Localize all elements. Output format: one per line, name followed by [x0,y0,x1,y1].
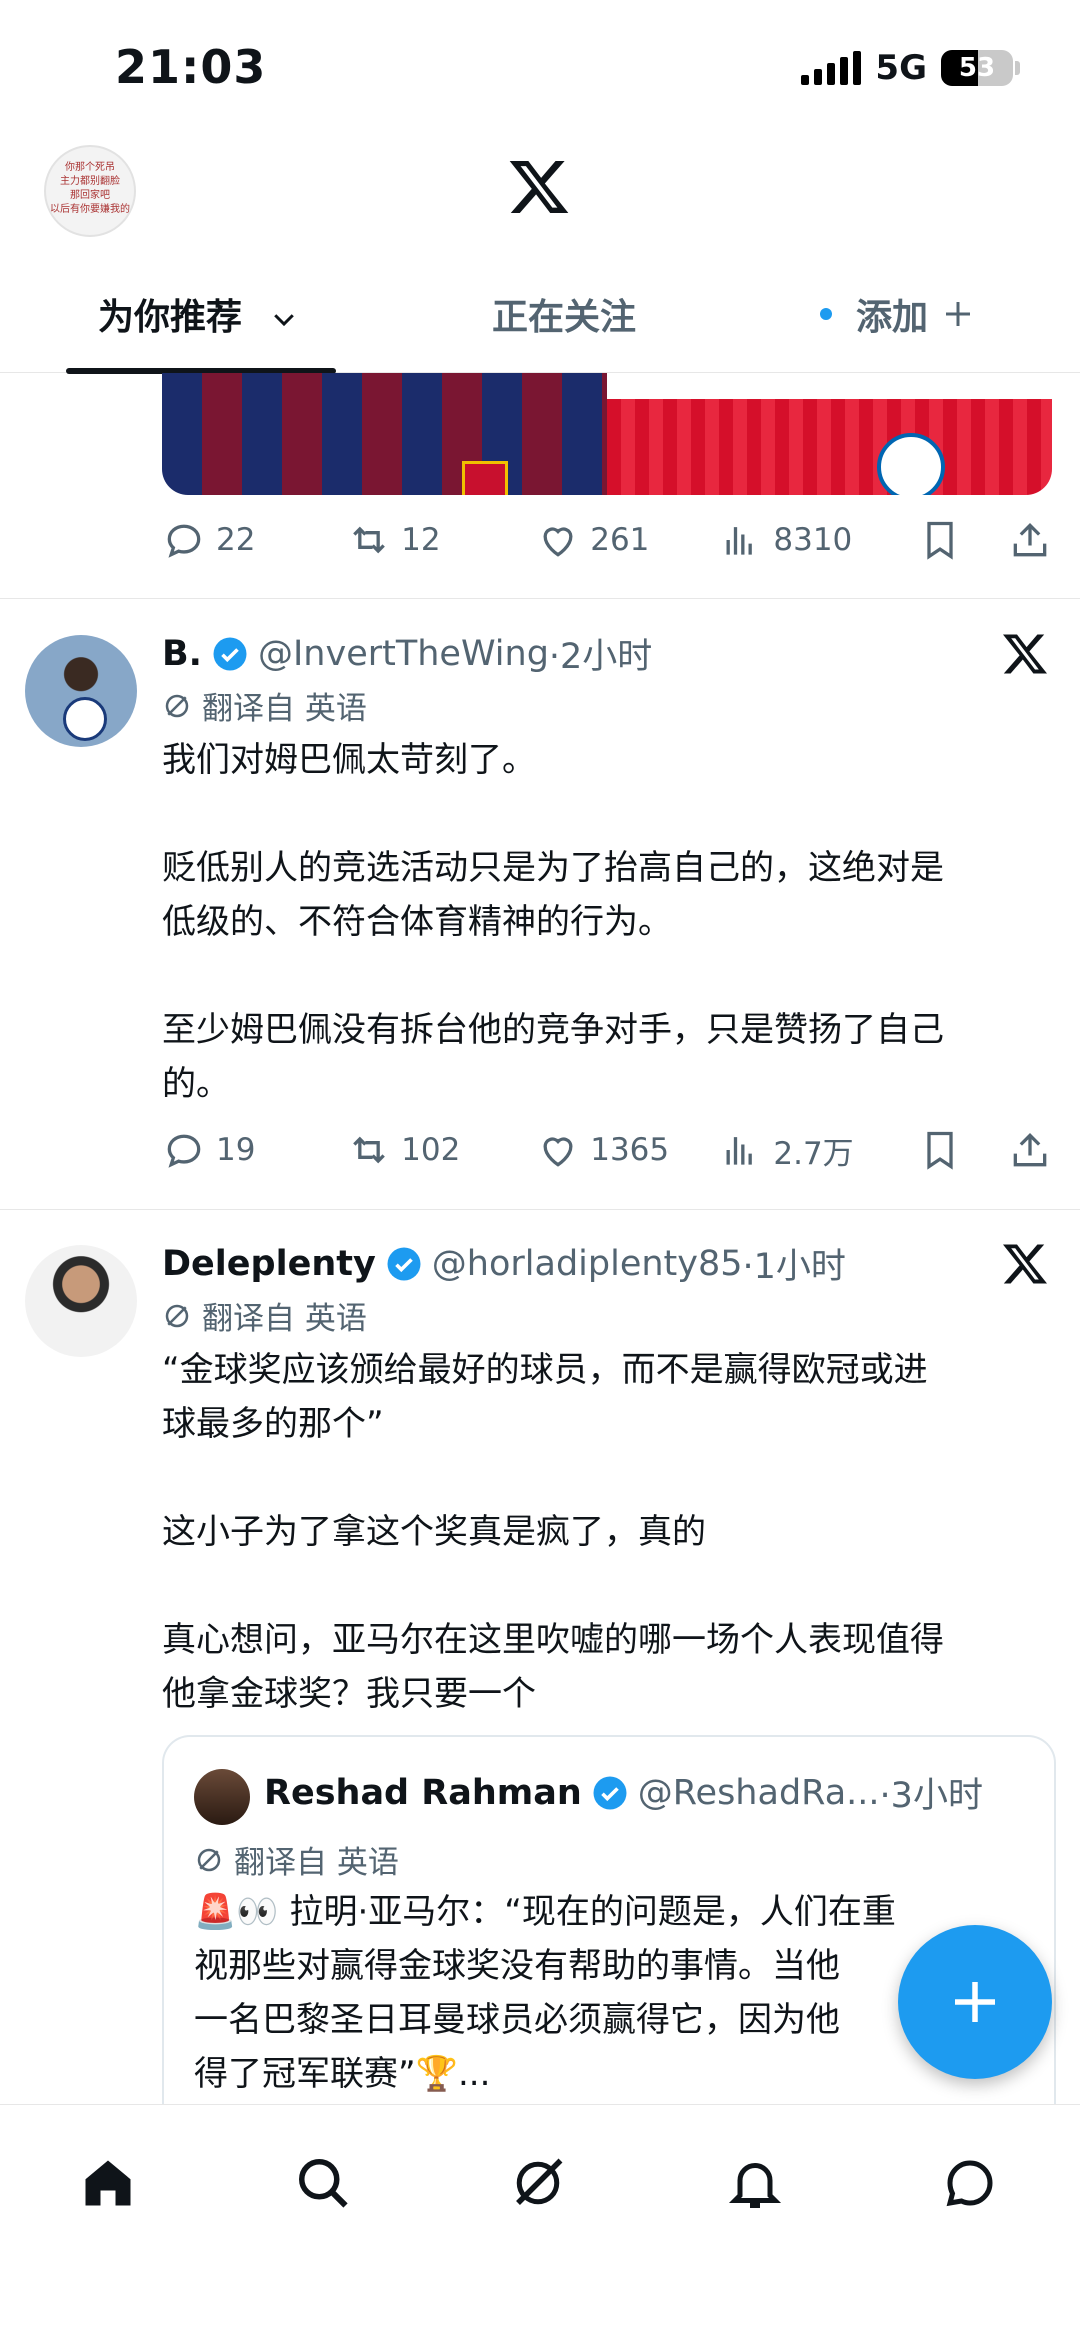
reply-count: 22 [216,522,256,558]
retweet-icon [353,526,385,554]
translated-label[interactable]: 翻译自 英语 [162,683,367,728]
grok-x-icon[interactable] [1000,1240,1050,1288]
like-button[interactable]: 1365 [536,1128,719,1172]
plus-icon [946,302,971,326]
views-icon [726,527,753,555]
user-name[interactable]: B. [162,634,202,674]
views-icon [726,1137,753,1165]
tweet-time: ·1小时 [742,1247,846,1287]
tweet-actions: 19 102 1365 2.7万 [162,1125,1052,1175]
quoted-translated-label[interactable]: 翻译自 英语 [194,1837,399,1882]
verified-badge-icon [593,1776,627,1809]
reply-icon [167,524,201,558]
bookmark-button[interactable] [918,1128,1008,1172]
retweet-button[interactable]: 12 [347,518,536,562]
reply-icon [167,1134,201,1168]
search-icon[interactable] [293,2153,353,2213]
translate-icon [165,1304,189,1327]
home-icon[interactable] [78,2153,138,2213]
bottom-navigation [0,2104,1080,2338]
battery-level: 53 [958,53,996,83]
user-name[interactable]: Deleplenty [162,1244,376,1284]
tweet-text: “金球奖应该颁给最好的球员，而不是赢得欧冠或进 球最多的那个” 这小子为了拿这个… [162,1350,944,1714]
translated-text: 翻译自 英语 [202,691,367,727]
tweet-actions: 22 12 261 8310 [162,515,1052,565]
retweet-icon [353,1136,385,1164]
share-icon [1013,1132,1047,1167]
battery-icon: 53 [941,50,1013,86]
tweet-header: Deleplenty @horladiplenty85 ·1小时 [162,1238,846,1289]
tab-add-label: 添加 [856,297,929,338]
translate-icon [165,694,189,717]
like-button[interactable]: 261 [536,518,719,562]
user-avatar[interactable] [25,635,137,747]
chevron-down-icon[interactable] [269,304,299,334]
reply-button[interactable]: 19 [162,1128,347,1172]
like-count: 261 [590,522,650,558]
tab-following[interactable]: 正在关注 [492,288,636,340]
reply-count: 19 [216,1132,256,1168]
status-indicators: 5G 53 [801,48,1020,88]
verified-badge-icon [213,637,247,670]
compose-button[interactable] [898,1925,1052,2079]
retweet-count: 102 [401,1132,461,1168]
quoted-user-name: Reshad Rahman [264,1772,582,1813]
new-dot-icon [820,308,832,320]
bookmark-icon [927,521,954,560]
translated-text: 翻译自 英语 [202,1301,367,1337]
verified-badge-icon [387,1247,421,1280]
user-avatar[interactable] [25,1245,137,1357]
translated-label[interactable]: 翻译自 英语 [162,1293,367,1338]
heart-icon [543,527,573,557]
status-time: 21:03 [115,40,267,94]
user-handle[interactable]: @InvertTheWing [258,634,549,674]
notifications-bell-icon[interactable] [725,2153,785,2213]
profile-avatar[interactable]: 你那个死吊 主力都别翻脸 那回家吧 以后有你要嫌我的 [44,145,136,237]
tweet-media-image[interactable] [162,373,1052,495]
bookmark-icon [927,1131,954,1170]
retweet-button[interactable]: 102 [347,1128,536,1172]
share-button[interactable] [1008,518,1052,562]
tab-following-label: 正在关注 [492,297,637,338]
quoted-user-avatar [194,1769,250,1825]
x-logo-icon [509,161,569,213]
timeline-tabs: 为你推荐 正在关注 添加 [0,250,1080,374]
bayern-jersey-image [607,373,1052,495]
plus-icon [955,1982,995,2022]
reply-button[interactable]: 22 [162,518,347,562]
quoted-tweet-header: Reshad Rahman @ReshadRa... ·3小时 [264,1767,983,1818]
tab-add[interactable]: 添加 [820,288,976,340]
grok-icon[interactable] [508,2153,568,2213]
share-button[interactable] [1008,1128,1052,1172]
messages-icon[interactable] [940,2153,1000,2213]
tab-for-you[interactable]: 为你推荐 [98,288,299,340]
grok-x-icon[interactable] [1000,630,1050,678]
quoted-tweet-time: ·3小时 [879,1776,983,1816]
views-count: 2.7万 [773,1135,854,1172]
tweet-text: 我们对姆巴佩太苛刻了。 贬低别人的竞选活动只是为了抬高自己的，这绝对是 低级的、… [162,740,944,1104]
avatar-meme-text: 你那个死吊 主力都别翻脸 那回家吧 以后有你要嫌我的 [50,162,130,215]
barcelona-jersey-image [162,373,607,495]
tweet-divider [0,598,1080,599]
user-handle[interactable]: @horladiplenty85 [432,1244,743,1284]
share-icon [1013,522,1047,557]
bookmark-button[interactable] [918,518,1008,562]
views-button[interactable]: 2.7万 [719,1128,918,1173]
signal-icon [801,51,862,85]
quoted-translated-text: 翻译自 英语 [234,1845,399,1881]
tweet-divider [0,1209,1080,1210]
like-count: 1365 [590,1132,670,1168]
retweet-count: 12 [401,522,441,558]
views-button[interactable]: 8310 [719,518,918,562]
heart-icon [543,1137,573,1167]
views-count: 8310 [773,522,853,558]
quoted-user-handle: @ReshadRa... [637,1772,880,1813]
network-label: 5G [875,48,927,88]
tweet-header: B. @InvertTheWing ·2小时 [162,628,652,679]
tab-for-you-label: 为你推荐 [98,297,243,338]
tweet-time: ·2小时 [548,637,653,677]
translate-icon [197,1848,221,1871]
